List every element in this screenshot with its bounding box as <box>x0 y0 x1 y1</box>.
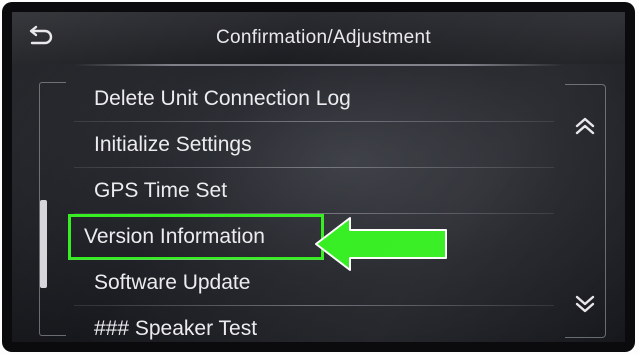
header-bar: Confirmation/Adjustment <box>12 12 625 64</box>
menu-item-delete-unit-connection-log[interactable]: Delete Unit Connection Log <box>74 76 554 122</box>
menu-item-speaker-test[interactable]: ### Speaker Test <box>74 306 554 342</box>
back-arrow-icon <box>29 25 53 45</box>
display-bezel: Confirmation/Adjustment Delete Unit Conn… <box>2 2 635 352</box>
menu-item-gps-time-set[interactable]: GPS Time Set <box>74 168 554 214</box>
settings-menu-list: Delete Unit Connection Log Initialize Se… <box>68 76 554 342</box>
scroll-thumb[interactable] <box>40 200 47 288</box>
left-arrow-icon <box>315 217 447 271</box>
scroll-down-button[interactable] <box>565 274 605 334</box>
page-title: Confirmation/Adjustment <box>216 27 431 48</box>
back-button[interactable] <box>12 12 70 64</box>
scroll-up-button[interactable] <box>565 96 605 156</box>
double-chevron-up-icon <box>575 117 595 135</box>
menu-item-version-information[interactable]: Version Information <box>68 214 324 260</box>
menu-item-initialize-settings[interactable]: Initialize Settings <box>74 122 554 168</box>
double-chevron-down-icon <box>575 295 595 313</box>
screen: Confirmation/Adjustment Delete Unit Conn… <box>12 12 625 342</box>
header-divider <box>74 64 564 66</box>
